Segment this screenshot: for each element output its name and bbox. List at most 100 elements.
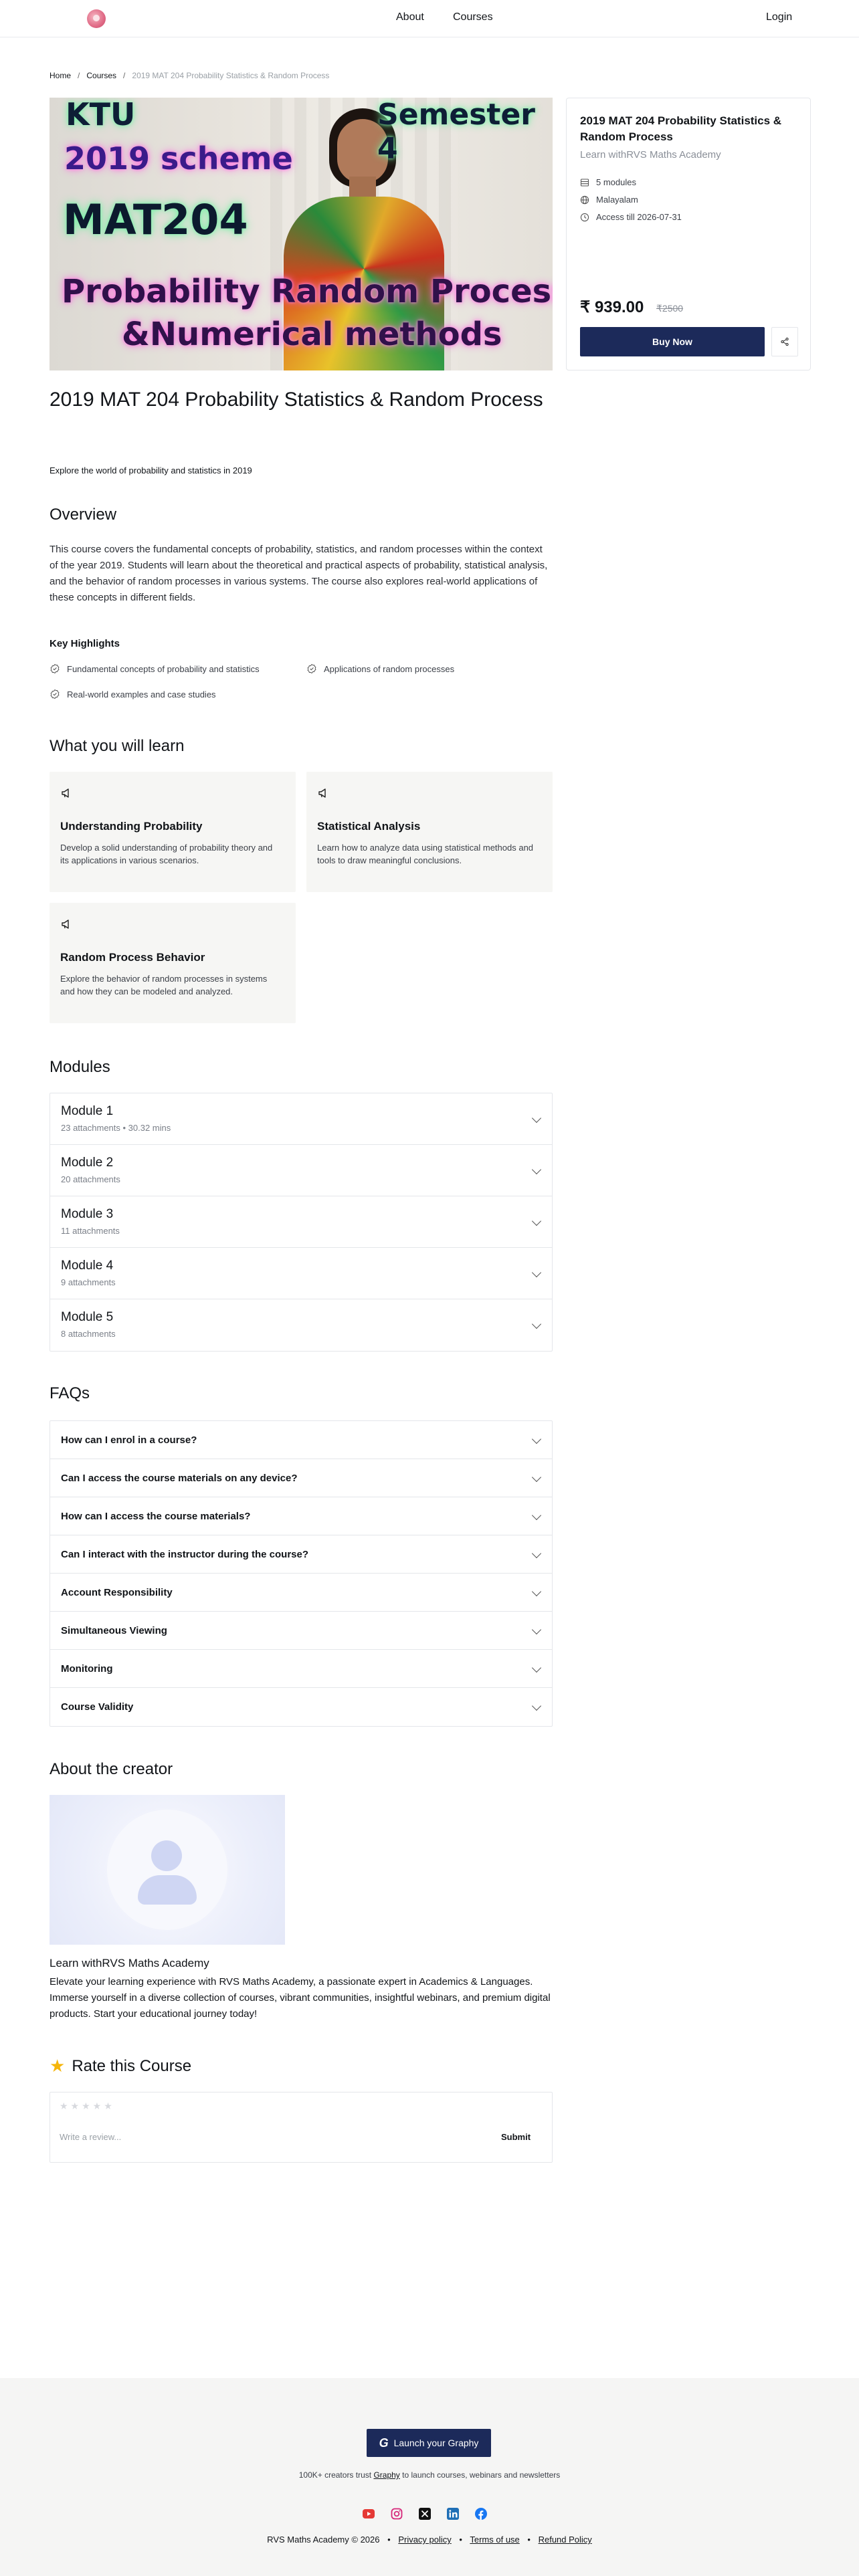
trust-text: 100K+ creators trust Graphy to launch co… [298, 2470, 561, 2480]
refund-policy-link[interactable]: Refund Policy [539, 2535, 592, 2545]
badge-check-icon [50, 663, 60, 674]
module-row[interactable]: Module 1 23 attachments • 30.32 mins [50, 1093, 552, 1145]
module-meta: 8 attachments [61, 1329, 116, 1339]
learning-outcome-card: Statistical Analysis Learn how to analyz… [306, 772, 553, 892]
highlight-item: Real-world examples and case studies [50, 689, 216, 700]
megaphone-icon [62, 920, 69, 929]
course-price: ₹ 939.00 [580, 298, 644, 316]
facebook-icon[interactable] [475, 2508, 487, 2520]
faq-question: Monitoring [61, 1663, 113, 1675]
course-thumbnail: KTU Semester 4 2019 scheme MAT204 Probab… [50, 98, 553, 370]
star-icon: ★ [50, 2056, 66, 2076]
graphy-link[interactable]: Graphy [373, 2470, 399, 2480]
module-title: Module 1 [61, 1104, 114, 1118]
learning-outcome-desc: Explore the behavior of random processes… [60, 974, 268, 996]
learning-outcome-title: Understanding Probability [60, 820, 203, 833]
faq-item[interactable]: Course Validity [50, 1688, 552, 1726]
faq-item[interactable]: Account Responsibility [50, 1574, 552, 1612]
modules-icon [580, 178, 589, 187]
review-input[interactable] [60, 2126, 461, 2147]
highlight-text: Applications of random processes [324, 663, 455, 674]
faq-item[interactable]: Monitoring [50, 1650, 552, 1688]
share-button[interactable] [771, 327, 798, 356]
thumbnail-text-semester: Semester 4 [377, 98, 535, 166]
buy-now-button[interactable]: Buy Now [580, 327, 765, 356]
module-row[interactable]: Module 4 9 attachments [50, 1248, 552, 1299]
badge-check-icon [50, 689, 60, 700]
chevron-down-icon [531, 1113, 542, 1123]
globe-icon [580, 195, 589, 204]
highlight-item: Fundamental concepts of probability and … [50, 663, 260, 674]
chevron-down-icon [531, 1472, 542, 1483]
faq-question: How can I enrol in a course? [61, 1434, 197, 1446]
highlight-item: Applications of random processes [306, 663, 454, 674]
module-title: Module 3 [61, 1207, 114, 1221]
access-validity-text: Access till 2026-07-31 [596, 212, 682, 222]
faq-item[interactable]: Can I access the course materials on any… [50, 1459, 552, 1497]
breadcrumb-home[interactable]: Home [50, 71, 71, 80]
modules-heading: Modules [50, 1058, 110, 1076]
module-row[interactable]: Module 2 20 attachments [50, 1145, 552, 1196]
faq-item[interactable]: How can I enrol in a course? [50, 1421, 552, 1459]
faq-item[interactable]: How can I access the course materials? [50, 1497, 552, 1535]
purchase-card: 2019 MAT 204 Probability Statistics & Ra… [566, 98, 811, 370]
purchase-card-creator[interactable]: Learn withRVS Maths Academy [580, 149, 721, 160]
access-validity: Access till 2026-07-31 [580, 212, 682, 222]
review-form: ★★★★★ Submit [50, 2092, 553, 2163]
highlight-text: Real-world examples and case studies [67, 689, 216, 700]
module-title: Module 4 [61, 1259, 114, 1273]
chevron-down-icon [531, 1434, 542, 1444]
launch-graphy-button[interactable]: G Launch your Graphy [367, 2429, 491, 2457]
instagram-icon[interactable] [391, 2508, 403, 2520]
module-meta: 11 attachments [61, 1226, 120, 1236]
breadcrumb-courses[interactable]: Courses [86, 71, 116, 80]
chevron-down-icon [531, 1586, 542, 1597]
faqs-heading: FAQs [50, 1384, 90, 1402]
nav-about-link[interactable]: About [396, 11, 424, 23]
copyright-text: RVS Maths Academy © 2026 [267, 2535, 380, 2545]
brand-logo[interactable] [87, 9, 106, 28]
faq-item[interactable]: Can I interact with the instructor durin… [50, 1535, 552, 1574]
faq-question: Account Responsibility [61, 1587, 173, 1598]
x-icon[interactable] [419, 2508, 431, 2520]
module-row[interactable]: Module 5 8 attachments [50, 1299, 552, 1351]
module-title: Module 5 [61, 1310, 114, 1324]
module-count-text: 5 modules [596, 177, 636, 187]
module-title: Module 2 [61, 1156, 114, 1170]
login-link[interactable]: Login [766, 11, 792, 23]
creator-avatar [50, 1795, 285, 1945]
course-language: Malayalam [580, 195, 638, 205]
nav-courses-link[interactable]: Courses [453, 11, 493, 23]
learning-outcome-desc: Develop a solid understanding of probabi… [60, 843, 273, 865]
thumbnail-text-subject: Probability Random Process [62, 273, 553, 310]
faq-item[interactable]: Simultaneous Viewing [50, 1612, 552, 1650]
creator-bio: Elevate your learning experience with RV… [50, 1976, 551, 2020]
megaphone-icon [318, 788, 326, 798]
terms-of-use-link[interactable]: Terms of use [470, 2535, 519, 2545]
share-icon [781, 337, 789, 346]
course-title: 2019 MAT 204 Probability Statistics & Ra… [50, 389, 543, 411]
original-price: ₹2500 [656, 303, 684, 314]
thumbnail-text-code: MAT204 [63, 195, 248, 244]
privacy-policy-link[interactable]: Privacy policy [398, 2535, 451, 2545]
youtube-icon[interactable] [363, 2508, 375, 2520]
rating-stars[interactable]: ★★★★★ [60, 2101, 115, 2112]
faq-question: Simultaneous Viewing [61, 1625, 167, 1636]
footer-legal-links: RVS Maths Academy © 2026 • Privacy polic… [0, 2535, 859, 2545]
breadcrumb: Home / Courses / 2019 MAT 204 Probabilit… [50, 71, 329, 80]
module-meta: 23 attachments • 30.32 mins [61, 1123, 171, 1133]
linkedin-icon[interactable] [447, 2508, 459, 2520]
submit-review-button[interactable]: Submit [488, 2126, 544, 2147]
purchase-card-title: 2019 MAT 204 Probability Statistics & Ra… [580, 114, 782, 143]
course-language-text: Malayalam [596, 195, 638, 205]
launch-graphy-label: Launch your Graphy [393, 2438, 479, 2448]
chevron-down-icon [531, 1267, 542, 1278]
faq-question: How can I access the course materials? [61, 1511, 251, 1522]
separator-dot: • [459, 2535, 462, 2545]
separator-dot: • [527, 2535, 531, 2545]
module-row[interactable]: Module 3 11 attachments [50, 1196, 552, 1248]
faq-question: Course Validity [61, 1701, 134, 1713]
clock-icon [580, 213, 589, 221]
creator-name: Learn withRVS Maths Academy [50, 1957, 209, 1969]
learning-outcome-card: Understanding Probability Develop a soli… [50, 772, 296, 892]
